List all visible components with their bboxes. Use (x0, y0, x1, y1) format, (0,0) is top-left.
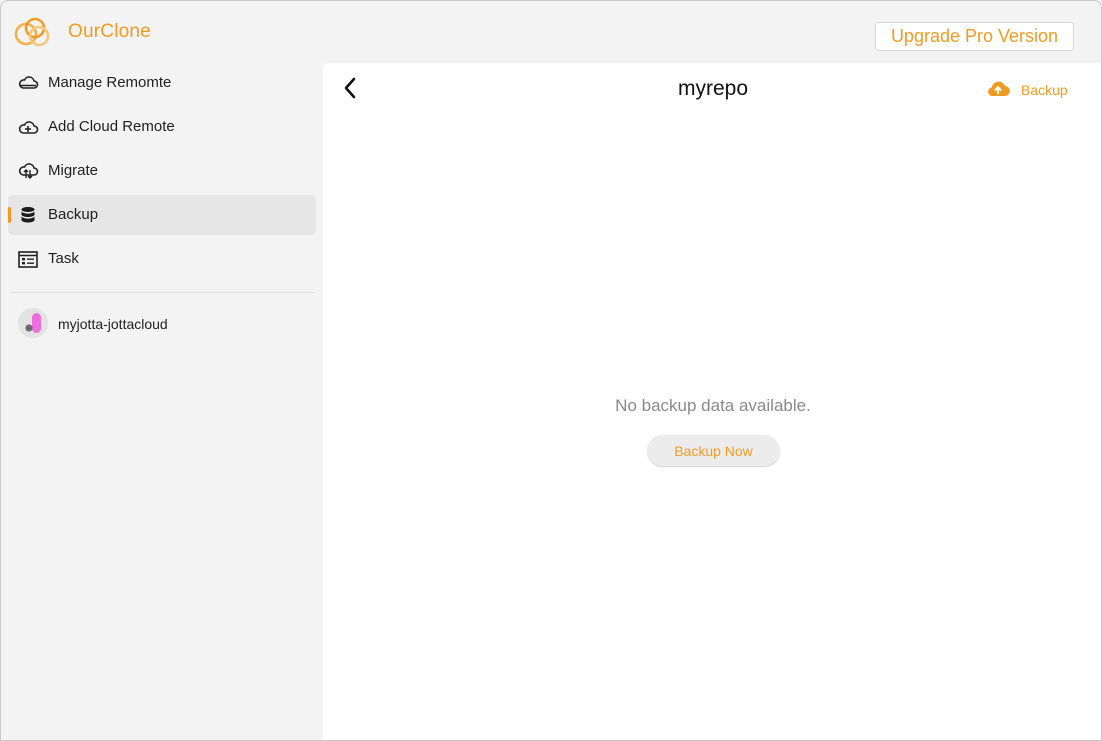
sidebar-item-migrate[interactable]: Migrate (8, 151, 316, 191)
upgrade-pro-button[interactable]: Upgrade Pro Version (875, 22, 1074, 51)
sidebar-divider (10, 292, 314, 293)
task-list-icon (17, 249, 39, 269)
backup-action-label: Backup (1021, 82, 1068, 98)
rings-logo-icon (13, 17, 50, 47)
sidebar-item-label: Backup (48, 206, 99, 223)
jottacloud-avatar-icon (18, 308, 48, 338)
empty-state-message: No backup data available. (615, 396, 811, 415)
active-indicator (8, 207, 11, 223)
sidebar-item-add-cloud-remote[interactable]: Add Cloud Remote (8, 107, 316, 147)
sidebar-item-label: Task (48, 250, 79, 267)
cloud-add-icon (17, 117, 39, 137)
brand: OurClone (13, 17, 151, 47)
sidebar: Manage Remomte Add Cloud Remote Migrate (1, 61, 323, 740)
backup-action-button[interactable]: Backup (985, 77, 1068, 103)
sidebar-item-label: Migrate (48, 162, 99, 179)
sidebar-item-task[interactable]: Task (8, 239, 316, 279)
cloud-upload-icon (985, 79, 1011, 102)
cloud-migrate-icon (17, 161, 39, 181)
sidebar-item-manage-remote[interactable]: Manage Remomte (8, 63, 316, 103)
backup-now-button[interactable]: Backup Now (647, 435, 780, 466)
remote-label: myjotta-jottacloud (58, 316, 168, 332)
main-panel: myrepo Backup No backup data available. … (323, 63, 1101, 740)
remote-item-myjotta-jottacloud[interactable]: myjotta-jottacloud (8, 304, 316, 344)
app-name: OurClone (68, 21, 151, 42)
sidebar-item-label: Add Cloud Remote (48, 118, 175, 135)
cloud-manage-icon (17, 73, 39, 93)
sidebar-item-backup[interactable]: Backup (8, 195, 316, 235)
database-icon (17, 205, 39, 225)
sidebar-item-label: Manage Remomte (48, 74, 172, 91)
app-window: OurClone Upgrade Pro Version Manage Remo… (0, 0, 1102, 741)
